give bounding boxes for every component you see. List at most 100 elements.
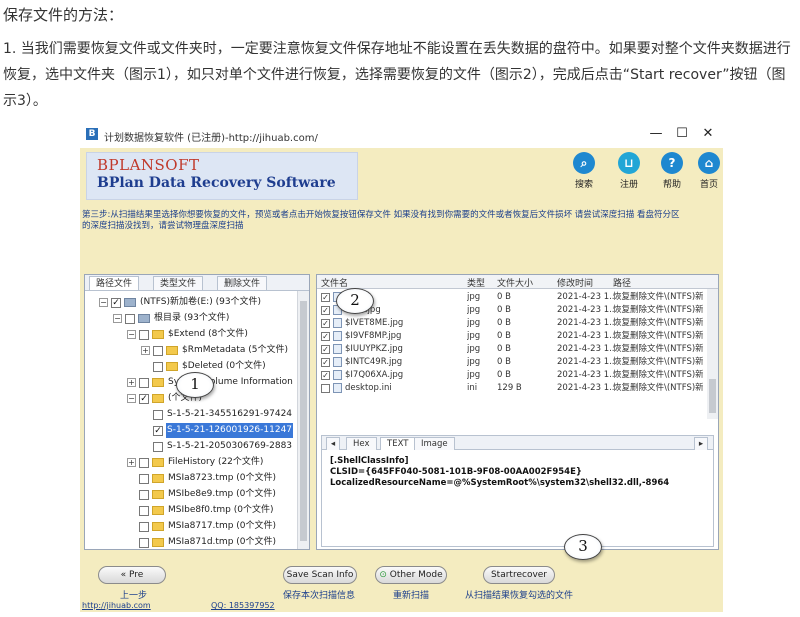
collapse-icon[interactable]: − [127,394,136,403]
qq-link[interactable]: QQ: 185397952 [211,601,275,610]
tree-node[interactable]: + FileHistory (22个文件) [127,455,264,470]
file-type: jpg [467,331,481,341]
tab-type-files[interactable]: 类型文件 [153,276,204,290]
tree-checkbox[interactable] [125,313,135,324]
tree-scrollbar[interactable] [297,291,309,549]
preview-line: [.ShellClassInfo] [330,456,409,466]
bottom-bar: « Pre 上一步 Save Scan Info 保存本次扫描信息 ⊙ Othe… [80,552,723,612]
minimize-button[interactable]: — [646,126,666,141]
file-checkbox[interactable]: ✓ [321,293,330,302]
preview-prev-arrow[interactable]: ◂ [326,437,340,450]
tree-node[interactable]: S-1-5-21-2050306769-2883 [141,439,293,454]
preview-line: CLSID={645FF040-5081-101B-9F08-00AA002F9… [330,467,582,477]
file-checkbox[interactable]: ✓ [321,358,330,367]
tree-node[interactable]: − ✓ (NTFS)新加卷(E:) (93个文件) [99,295,262,310]
tree-checkbox[interactable] [139,537,149,548]
folder-tree[interactable]: − ✓ (NTFS)新加卷(E:) (93个文件) − 根目录 (93个文件) − $Ext… [85,293,295,549]
folder-icon [152,522,164,531]
tree-node[interactable]: MSIbe8e9.tmp (0个文件) [127,487,277,502]
file-time: 2021-4-23 1... [557,305,618,315]
tab-deleted-files[interactable]: 删除文件 [217,276,268,290]
file-time: 2021-4-23 1... [557,370,618,380]
file-list-scrollbar[interactable] [707,289,718,419]
maximize-button[interactable]: ☐ [672,126,692,141]
col-size[interactable]: 文件大小 [497,276,533,289]
file-row[interactable]: ✓jpgjpg0 B2021-4-23 1...恢复删除文件\(NTFS)新 [317,291,707,304]
tree-checkbox[interactable] [139,329,149,340]
tree-checkbox[interactable] [139,457,149,468]
tree-checkbox[interactable] [153,409,163,420]
tree-node[interactable]: MSIa871d.tmp (0个文件) [127,535,277,549]
tree-checkbox[interactable]: ✓ [139,393,149,404]
tree-checkbox[interactable] [153,345,163,356]
file-checkbox[interactable]: ✓ [321,345,330,354]
file-row[interactable]: desktop.ini ini 129 B 2021-4-23 1... 恢复删除文件\… [317,382,707,395]
tree-node[interactable]: $Deleted (0个文件) [141,359,267,374]
file-size: 0 B [497,305,511,315]
tab-path-files[interactable]: 路径文件 [89,276,140,290]
window-title: 计划数据恢复软件 (已注册)-http://jihuab.com/ [104,133,318,144]
tree-node[interactable]: S-1-5-21-345516291-97424 [141,407,293,422]
tree-node[interactable]: − 根目录 (93个文件) [113,311,230,326]
save-scan-info-button[interactable]: Save Scan Info [283,566,357,584]
instruction-text: 第三步:从扫描结果里选择你想要恢复的文件，预览或者点击开始恢复按钮保存文件 如果… [82,210,680,231]
close-button[interactable]: ✕ [698,126,718,141]
tree-checkbox[interactable]: ✓ [153,425,163,436]
file-checkbox[interactable]: ✓ [321,371,330,380]
drive-icon [138,314,150,323]
tab-image[interactable]: Image [414,437,455,450]
tree-node[interactable]: MSIa8723.tmp (0个文件) [127,471,277,486]
col-path[interactable]: 路径 [613,276,631,289]
tree-checkbox[interactable] [139,377,149,388]
folder-icon [152,394,164,403]
file-type: jpg [467,344,481,354]
tree-checkbox[interactable] [153,441,163,452]
expand-icon[interactable]: + [127,378,136,387]
website-link[interactable]: http://jihuab.com [82,601,151,610]
tree-node[interactable]: ✓ S-1-5-21-126001926-11247 [141,423,294,438]
file-checkbox[interactable]: ✓ [321,319,330,328]
home-button[interactable]: ⌂ 首页 [692,152,726,190]
file-row[interactable]: ✓ $I7Q06XA.jpg jpg 0 B 2021-4-23 1... 恢复删除文件\… [317,369,707,382]
file-icon [333,370,342,380]
tab-text[interactable]: TEXT [380,437,416,450]
pre-button[interactable]: « Pre [98,566,166,584]
tree-node[interactable]: MSIa8717.tmp (0个文件) [127,519,277,534]
expand-icon[interactable]: + [127,458,136,467]
register-button[interactable]: ⊔ 注册 [612,152,646,190]
file-checkbox[interactable] [321,384,330,393]
tab-hex[interactable]: Hex [346,437,377,450]
expand-icon[interactable]: + [141,346,150,355]
tree-node[interactable]: − $Extend (8个文件) [127,327,249,342]
collapse-icon[interactable]: − [99,298,108,307]
tree-checkbox[interactable] [139,521,149,532]
start-recover-button[interactable]: Startrecover [483,566,555,584]
file-row[interactable]: ✓ $IUUYPKZ.jpg jpg 0 B 2021-4-23 1... 恢复删除文件\… [317,343,707,356]
search-button[interactable]: ⌕ 搜索 [567,152,601,190]
tree-checkbox[interactable] [153,361,163,372]
tree-checkbox[interactable] [139,505,149,516]
file-row[interactable]: ✓...N4.jpgjpg0 B2021-4-23 1...恢复删除文件\(NT… [317,304,707,317]
col-time[interactable]: 修改时间 [557,276,593,289]
tree-checkbox[interactable] [139,489,149,500]
file-checkbox[interactable]: ✓ [321,306,330,315]
file-checkbox[interactable]: ✓ [321,332,330,341]
tree-node[interactable]: + $RmMetadata (5个文件) [141,343,289,358]
collapse-icon[interactable]: − [113,314,122,323]
file-row[interactable]: ✓ $I9VF8MP.jpg jpg 0 B 2021-4-23 1... 恢复删除文件\… [317,330,707,343]
file-time: 2021-4-23 1... [557,344,618,354]
col-type[interactable]: 类型 [467,276,485,289]
preview-next-arrow[interactable]: ▸ [694,437,708,450]
file-row[interactable]: ✓ $IVET8ME.jpg jpg 0 B 2021-4-23 1... 恢复删除文件\… [317,317,707,330]
callout-2: 2 [336,288,374,314]
file-row[interactable]: ✓ $INTC49R.jpg jpg 0 B 2021-4-23 1... 恢复删除文件\… [317,356,707,369]
search-label: 搜索 [574,180,593,190]
tree-node[interactable]: MSIbe8f0.tmp (0个文件) [127,503,274,518]
tree-checkbox[interactable] [139,473,149,484]
file-time: 2021-4-23 1... [557,357,618,367]
other-mode-button[interactable]: ⊙ Other Mode [375,566,447,584]
collapse-icon[interactable]: − [127,330,136,339]
tree-checkbox[interactable]: ✓ [111,297,121,308]
col-name[interactable]: 文件名 [321,276,348,289]
help-button[interactable]: ? 帮助 [655,152,689,190]
